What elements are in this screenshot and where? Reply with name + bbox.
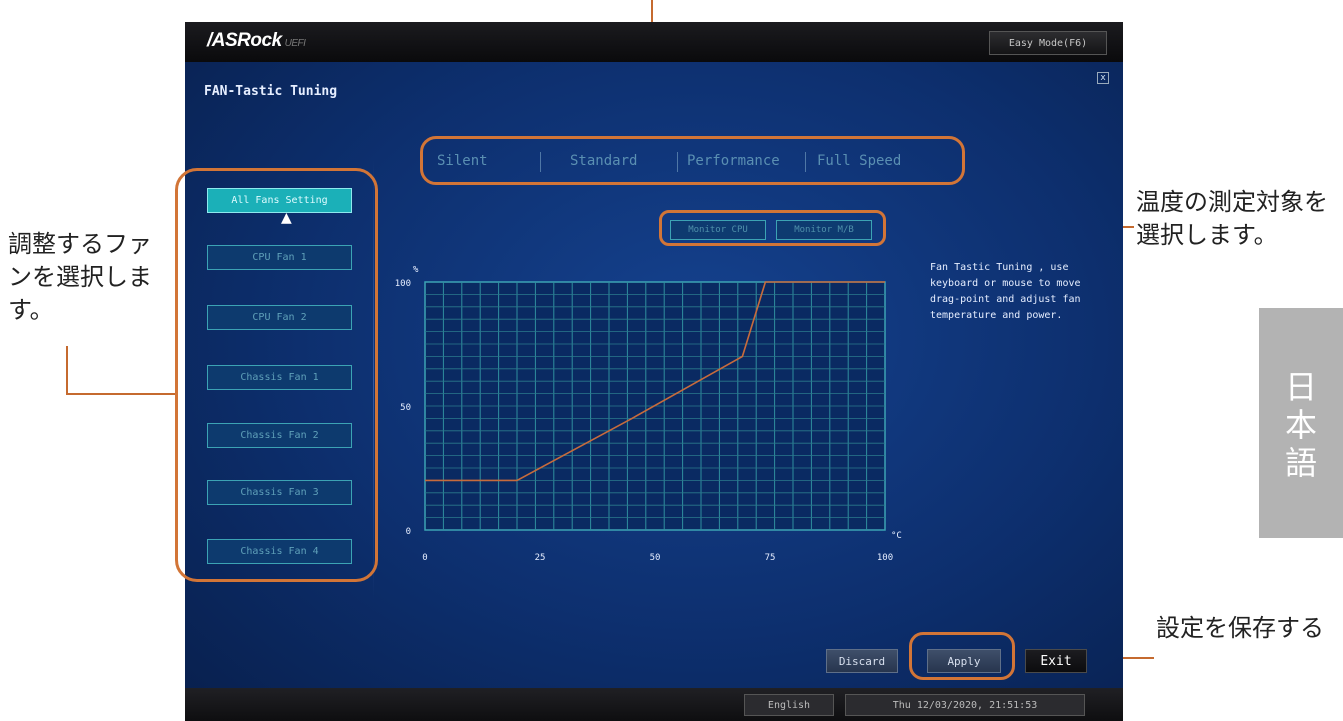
language-selector[interactable]: English xyxy=(744,694,834,716)
close-icon[interactable]: x xyxy=(1097,72,1109,84)
mouse-cursor-icon: ▲ xyxy=(281,210,292,226)
help-description: Fan Tastic Tuning , use keyboard or mous… xyxy=(930,262,1081,321)
y-tick-label: 50 xyxy=(400,403,411,413)
top-bar: /ASRock UEFI Easy Mode(F6) xyxy=(185,22,1123,62)
x-tick-label: 0 xyxy=(422,553,427,563)
date-time-display: Thu 12/03/2020, 21:51:53 xyxy=(845,694,1085,716)
y-tick-label: 0 xyxy=(406,527,411,537)
monitor-mb-button[interactable]: Monitor M/B xyxy=(776,220,872,240)
discard-button[interactable]: Discard xyxy=(826,649,898,673)
fan-item-all[interactable]: All Fans Setting xyxy=(207,188,352,213)
x-tick-label: 25 xyxy=(535,553,546,563)
mode-separator xyxy=(677,152,678,172)
fan-item-chassis-4[interactable]: Chassis Fan 4 xyxy=(207,539,352,564)
y-axis-unit-label: % xyxy=(413,265,419,275)
fan-mode-bar: Silent Standard Performance Full Speed xyxy=(422,142,962,182)
temperature-monitor-annotation: 温度の測定対象を選択します。 xyxy=(1136,188,1328,249)
language-side-tab: 日本語 xyxy=(1259,308,1343,538)
x-tick-label: 75 xyxy=(765,553,776,563)
fan-item-cpu-1[interactable]: CPU Fan 1 xyxy=(207,245,352,270)
x-axis-unit-label: °C xyxy=(891,531,902,541)
fan-item-chassis-3[interactable]: Chassis Fan 3 xyxy=(207,480,352,505)
save-settings-annotation: 設定を保存する xyxy=(1156,614,1324,642)
x-tick-label: 50 xyxy=(650,553,661,563)
mode-separator xyxy=(805,152,806,172)
mode-silent[interactable]: Silent xyxy=(437,153,488,169)
mode-standard[interactable]: Standard xyxy=(570,153,637,169)
page-title: FAN-Tastic Tuning xyxy=(204,84,338,99)
leader-line-left-horizontal xyxy=(66,393,177,395)
bios-window: /ASRock UEFI Easy Mode(F6) FAN-Tastic Tun… xyxy=(185,22,1123,721)
fan-item-cpu-2[interactable]: CPU Fan 2 xyxy=(207,305,352,330)
monitor-cpu-button[interactable]: Monitor CPU xyxy=(670,220,766,240)
exit-button[interactable]: Exit xyxy=(1025,649,1087,673)
mode-separator xyxy=(540,152,541,172)
mode-full-speed[interactable]: Full Speed xyxy=(817,153,901,169)
y-tick-label: 100 xyxy=(395,279,411,289)
side-tab-label: 日本語 xyxy=(1284,368,1317,482)
sidebar-divider xyxy=(373,159,374,599)
mode-performance[interactable]: Performance xyxy=(687,153,780,169)
leader-line-left-vertical xyxy=(66,346,68,394)
easy-mode-button[interactable]: Easy Mode(F6) xyxy=(989,31,1107,55)
x-tick-label: 100 xyxy=(877,553,893,563)
apply-button[interactable]: Apply xyxy=(927,649,1001,673)
fan-select-annotation: 調整するファンを選択します。 xyxy=(8,230,152,324)
fan-curve-chart[interactable]: 0 25 50 75 100 0 50 100% °C xyxy=(385,244,905,584)
asrock-logo: /ASRock UEFI xyxy=(207,30,306,51)
fan-item-chassis-1[interactable]: Chassis Fan 1 xyxy=(207,365,352,390)
fan-item-chassis-2[interactable]: Chassis Fan 2 xyxy=(207,423,352,448)
